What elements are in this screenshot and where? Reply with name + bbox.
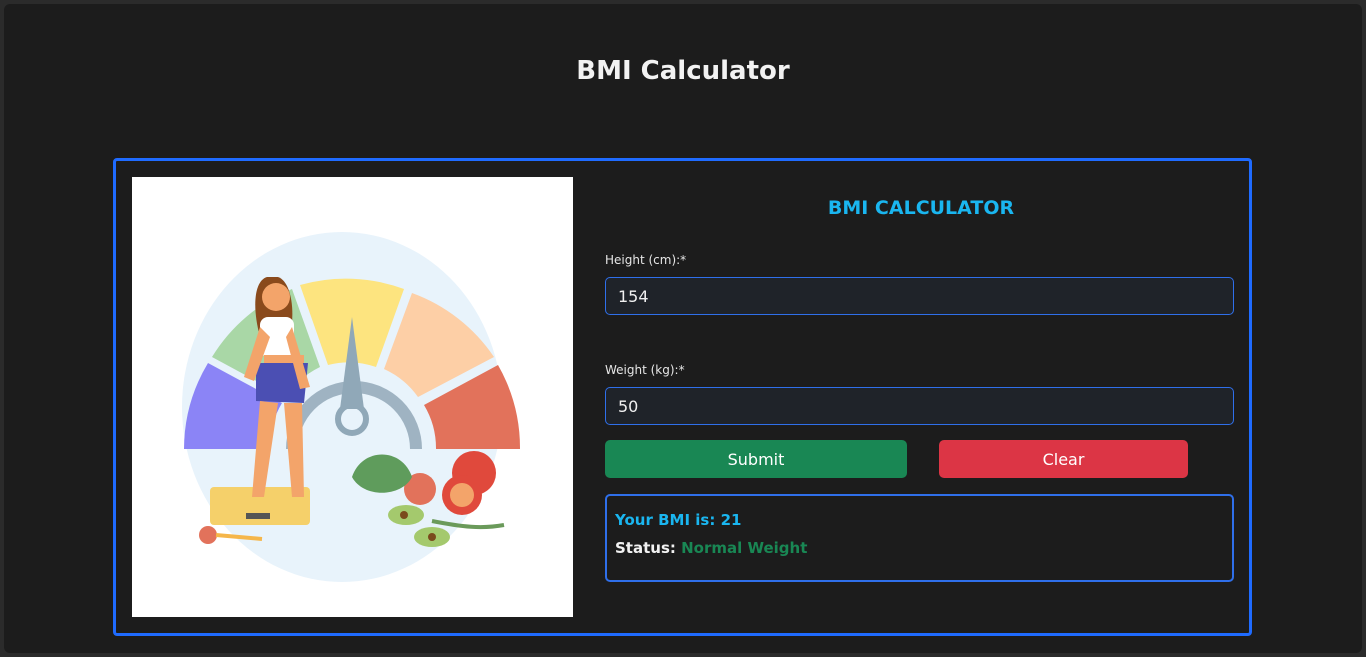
app-window: BMI Calculator BMI CALCULATOR Height (cm…	[4, 4, 1362, 653]
bmi-result-line: Your BMI is: 21	[615, 506, 1224, 534]
bmi-gauge-illustration-icon	[182, 232, 521, 582]
weight-label: Weight (kg):*	[605, 363, 685, 377]
bmi-illustration	[132, 177, 573, 617]
bmi-value: 21	[720, 511, 742, 529]
calculator-card: BMI CALCULATOR Height (cm):* Weight (kg)…	[113, 158, 1252, 636]
form-title: BMI CALCULATOR	[827, 197, 1015, 219]
bmi-label: Your BMI is:	[615, 511, 716, 529]
page-title: BMI Calculator	[576, 56, 790, 86]
submit-button[interactable]: Submit	[605, 440, 907, 478]
height-input[interactable]	[605, 277, 1234, 315]
height-label: Height (cm):*	[605, 253, 687, 267]
weight-input[interactable]	[605, 387, 1234, 425]
status-label: Status:	[615, 539, 676, 557]
status-value: Normal Weight	[681, 539, 808, 557]
result-box: Your BMI is: 21 Status: Normal Weight	[605, 494, 1234, 582]
clear-button[interactable]: Clear	[939, 440, 1188, 478]
status-line: Status: Normal Weight	[615, 534, 1224, 562]
